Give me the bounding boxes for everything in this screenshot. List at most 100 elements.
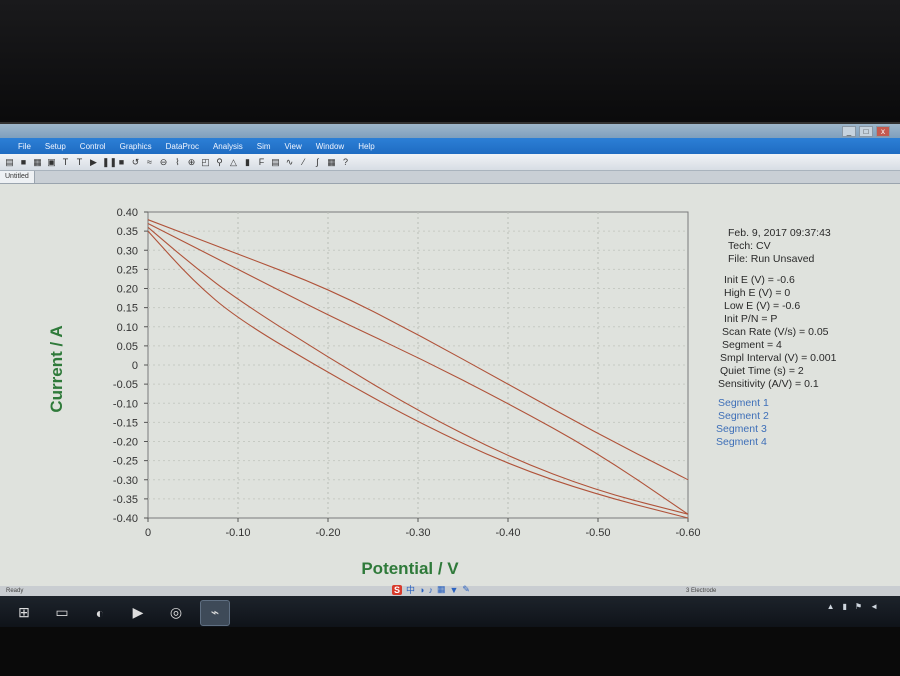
y-tick-label: 0.20 bbox=[117, 284, 138, 296]
peak-icon[interactable]: △ bbox=[228, 157, 239, 168]
x-tick-label: -0.50 bbox=[585, 527, 610, 539]
menu-view[interactable]: View bbox=[285, 142, 302, 151]
technique-icon[interactable]: T bbox=[60, 157, 71, 168]
param-quiet-time: Quiet Time (s) = 2 bbox=[720, 365, 804, 377]
y-tick-label: 0.10 bbox=[117, 322, 138, 334]
window-controls: _ □ x bbox=[842, 126, 890, 137]
legend-segment-2[interactable]: Segment 2 bbox=[718, 410, 769, 422]
param-low-e: Low E (V) = -0.6 bbox=[724, 300, 800, 312]
print-icon[interactable]: ▦ bbox=[32, 157, 43, 168]
y-tick-label: 0.40 bbox=[117, 207, 138, 219]
legend-segment-4[interactable]: Segment 4 bbox=[716, 436, 767, 448]
y-tick-label: -0.25 bbox=[113, 456, 138, 468]
y-tick-label: -0.15 bbox=[113, 417, 138, 429]
ime-punct-icon[interactable]: ◑ bbox=[419, 585, 424, 595]
legend-segment-3[interactable]: Segment 3 bbox=[716, 423, 767, 435]
ime-voice-icon[interactable]: ♪ bbox=[428, 585, 433, 595]
chrome-icon[interactable]: ◎ bbox=[162, 601, 190, 625]
stop-icon[interactable]: ■ bbox=[116, 157, 127, 168]
tray-volume-icon[interactable]: ◄ bbox=[870, 602, 878, 611]
menu-control[interactable]: Control bbox=[80, 142, 106, 151]
param-segment: Segment = 4 bbox=[722, 339, 782, 351]
ime-keyboard-icon[interactable]: ▦ bbox=[437, 584, 446, 595]
param-init-e: Init E (V) = -0.6 bbox=[724, 274, 795, 286]
parameters-icon[interactable]: T bbox=[74, 157, 85, 168]
folder-icon[interactable]: ▭ bbox=[48, 601, 76, 625]
x-tick-label: -0.30 bbox=[405, 527, 430, 539]
y-tick-label: 0.30 bbox=[117, 245, 138, 257]
reverse-icon[interactable]: ↺ bbox=[130, 157, 141, 168]
chi-app-icon[interactable]: ⌁ bbox=[200, 599, 230, 626]
browser-icon[interactable]: ◐ bbox=[86, 601, 114, 625]
overlay-icon[interactable]: ◰ bbox=[200, 157, 211, 168]
run-tech: Tech: CV bbox=[728, 240, 771, 252]
menu-analysis[interactable]: Analysis bbox=[213, 142, 243, 151]
menu-help[interactable]: Help bbox=[358, 142, 374, 151]
y-tick-label: -0.20 bbox=[113, 437, 138, 449]
taskbar: S 中 ◑ ♪ ▦ ▼ ✎ ⊞ ▭ ◐ ▶ ◎ ⌁ ▲ ▮ ⚑ ◄ bbox=[0, 584, 900, 629]
toolbar: ▤ ■ ▦ ▣ T T ▶ ❚❚ ■ ↺ ≈ ⊖ ⌇ ⊕ ◰ ⚲ △ ▮ F ▤… bbox=[0, 154, 900, 171]
chart-icon[interactable]: ▮ bbox=[242, 157, 253, 168]
y-axis-label: Current / A bbox=[47, 325, 66, 412]
menu-bar: File Setup Control Graphics DataProc Ana… bbox=[0, 138, 900, 154]
ime-mode-icon[interactable]: 中 bbox=[406, 583, 415, 596]
y-tick-label: 0.35 bbox=[117, 226, 138, 238]
font-icon[interactable]: F bbox=[256, 157, 267, 168]
graph-icon[interactable]: ⌇ bbox=[172, 157, 183, 168]
y-tick-label: -0.40 bbox=[113, 513, 138, 525]
y-tick-label: -0.10 bbox=[113, 398, 138, 410]
run-icon[interactable]: ▶ bbox=[88, 157, 99, 168]
tab-untitled[interactable]: Untitled bbox=[0, 171, 35, 183]
sogou-icon[interactable]: S bbox=[392, 584, 403, 595]
setup-icon[interactable]: ▣ bbox=[46, 157, 57, 168]
tray-flag-icon[interactable]: ⚑ bbox=[855, 602, 862, 611]
x-tick-label: -0.60 bbox=[675, 527, 700, 539]
smooth-icon[interactable]: ∿ bbox=[284, 157, 295, 168]
tray-network-icon[interactable]: ▮ bbox=[843, 602, 847, 611]
ime-tools-icon[interactable]: ✎ bbox=[462, 584, 470, 595]
status-electrode: 3 Electrode bbox=[686, 588, 717, 594]
menu-window[interactable]: Window bbox=[316, 142, 344, 151]
menu-file[interactable]: File bbox=[18, 142, 31, 151]
menu-dataproc[interactable]: DataProc bbox=[166, 142, 199, 151]
start-icon[interactable]: ⊞ bbox=[10, 601, 38, 625]
minimize-button[interactable]: _ bbox=[842, 126, 856, 137]
legend-segment-1[interactable]: Segment 1 bbox=[718, 397, 769, 409]
derivative-icon[interactable]: ⁄ bbox=[298, 157, 309, 168]
filter-icon[interactable]: ≈ bbox=[144, 157, 155, 168]
grid-icon[interactable]: ▦ bbox=[326, 157, 337, 168]
param-scan-rate: Scan Rate (V/s) = 0.05 bbox=[722, 326, 829, 338]
close-button[interactable]: x bbox=[876, 126, 890, 137]
magnify-icon[interactable]: ⚲ bbox=[214, 157, 225, 168]
zoom-icon[interactable]: ⊕ bbox=[186, 157, 197, 168]
media-player-icon[interactable]: ▶ bbox=[124, 601, 152, 625]
ime-toolbar: S 中 ◑ ♪ ▦ ▼ ✎ bbox=[392, 584, 470, 595]
menu-graphics[interactable]: Graphics bbox=[120, 142, 152, 151]
ime-skin-icon[interactable]: ▼ bbox=[449, 585, 458, 595]
x-tick-label: 0 bbox=[145, 527, 151, 539]
y-tick-label: -0.05 bbox=[113, 379, 138, 391]
pause-icon[interactable]: ❚❚ bbox=[102, 157, 117, 168]
param-sensitivity: Sensitivity (A/V) = 0.1 bbox=[718, 378, 819, 390]
param-init-pn: Init P/N = P bbox=[724, 313, 777, 325]
y-tick-label: -0.30 bbox=[113, 475, 138, 487]
tray-arrow-icon[interactable]: ▲ bbox=[827, 602, 835, 611]
menu-setup[interactable]: Setup bbox=[45, 142, 66, 151]
menu-sim[interactable]: Sim bbox=[257, 142, 271, 151]
run-file: File: Run Unsaved bbox=[728, 253, 815, 265]
cell-icon[interactable]: ⊖ bbox=[158, 157, 169, 168]
status-left: Ready bbox=[6, 588, 24, 594]
maximize-button[interactable]: □ bbox=[859, 126, 873, 137]
integrate-icon[interactable]: ∫ bbox=[312, 157, 323, 168]
y-tick-label: 0 bbox=[132, 360, 138, 372]
param-smpl-interval: Smpl Interval (V) = 0.001 bbox=[720, 352, 837, 364]
report-icon[interactable]: ▤ bbox=[270, 157, 281, 168]
x-axis-label: Potential / V bbox=[361, 559, 459, 578]
y-tick-label: 0.15 bbox=[117, 303, 138, 315]
open-icon[interactable]: ▤ bbox=[4, 157, 15, 168]
title-bar: _ □ x bbox=[0, 124, 900, 138]
help-icon[interactable]: ? bbox=[340, 157, 351, 168]
save-icon[interactable]: ■ bbox=[18, 157, 29, 168]
cv-plot: 0.40 0.35 0.30 0.25 0.20 0.15 0.10 0.05 0 -0.05 -0… bbox=[0, 184, 900, 604]
y-tick-label: 0.25 bbox=[117, 264, 138, 276]
